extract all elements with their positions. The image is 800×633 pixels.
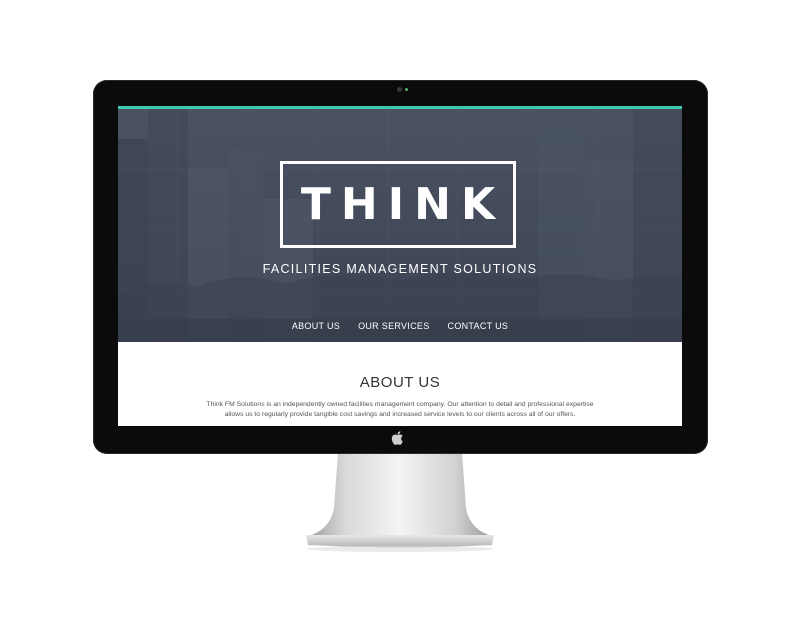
about-paragraph: Think FM Solutions is an independently o…: [206, 401, 594, 418]
main-nav: ABOUT US OUR SERVICES CONTACT US: [118, 321, 682, 331]
logo[interactable]: THINK: [280, 161, 516, 248]
camera-icon: [397, 87, 402, 92]
section-title: ABOUT US: [359, 374, 441, 391]
camera-led: [405, 88, 408, 91]
screen: THINK FACILITIES MANAGEMENT SOLUTIONS AB…: [118, 106, 682, 426]
hero-section: THINK FACILITIES MANAGEMENT SOLUTIONS AB…: [118, 109, 682, 342]
about-section: ABOUT US Think FM Solutions is an indepe…: [118, 342, 682, 426]
nav-item-our-services[interactable]: OUR SERVICES: [358, 321, 429, 331]
tagline: FACILITIES MANAGEMENT SOLUTIONS: [262, 262, 538, 276]
nav-item-about-us[interactable]: ABOUT US: [292, 321, 340, 331]
logo-text: THINK: [300, 179, 506, 230]
apple-icon: [391, 431, 403, 445]
nav-item-contact-us[interactable]: CONTACT US: [448, 321, 509, 331]
